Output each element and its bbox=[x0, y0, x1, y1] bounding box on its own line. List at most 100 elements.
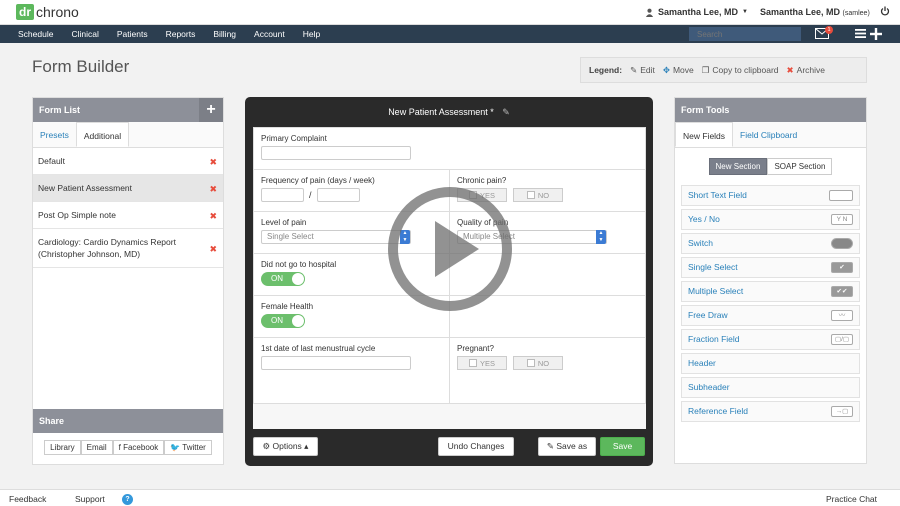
checkbox-icon bbox=[526, 359, 535, 367]
tool-single-select[interactable]: Single Select ✔ bbox=[681, 257, 860, 278]
toggle-knob bbox=[292, 273, 304, 285]
twitter-icon: 🐦 bbox=[170, 443, 183, 452]
form-tools-panel: Form Tools New Fields Field Clipboard Ne… bbox=[674, 97, 867, 464]
primary-complaint-input[interactable] bbox=[261, 146, 411, 160]
delete-icon[interactable]: ✖ bbox=[209, 210, 217, 222]
tool-header[interactable]: Header bbox=[681, 353, 860, 374]
nav-help[interactable]: Help bbox=[303, 29, 320, 39]
tab-new-fields[interactable]: New Fields bbox=[675, 122, 734, 147]
logo-chrono: chrono bbox=[36, 4, 79, 20]
legend: Legend: ✎ Edit ✥ Move ❐ Copy to clipboar… bbox=[580, 57, 867, 83]
pencil-icon: ✎ bbox=[630, 64, 638, 75]
hamburger-menu-icon[interactable] bbox=[855, 29, 866, 38]
tool-label: Subheader bbox=[688, 382, 730, 392]
no-checkbox[interactable]: NO bbox=[513, 188, 563, 202]
no-label: NO bbox=[537, 358, 550, 368]
legend-copy-label: Copy to clipboard bbox=[712, 65, 779, 75]
no-checkbox[interactable]: NO bbox=[513, 356, 563, 370]
soap-section-button[interactable]: SOAP Section bbox=[767, 158, 833, 175]
power-icon[interactable] bbox=[880, 6, 890, 16]
nav-patients[interactable]: Patients bbox=[117, 29, 148, 39]
form-list-item-label: Post Op Simple note bbox=[38, 210, 116, 220]
save-button[interactable]: Save bbox=[600, 437, 645, 456]
user-menu[interactable]: Samantha Lee, MD ▼ bbox=[645, 7, 748, 17]
plus-icon[interactable] bbox=[870, 28, 882, 40]
tool-yes-no[interactable]: Yes / No Y N bbox=[681, 209, 860, 230]
frequency-numerator-input[interactable] bbox=[261, 188, 304, 202]
bottom-bar: Feedback Support ? Practice Chat bbox=[0, 489, 900, 506]
share-twitter-button[interactable]: 🐦 Twitter bbox=[164, 440, 212, 455]
checkbox-icon bbox=[468, 359, 477, 367]
legend-archive-label: Archive bbox=[796, 65, 826, 75]
form-title[interactable]: New Patient Assessment * bbox=[388, 107, 494, 117]
tool-multiple-select[interactable]: Multiple Select ✔✔ bbox=[681, 281, 860, 302]
delete-icon[interactable]: ✖ bbox=[209, 243, 217, 255]
hospital-toggle[interactable]: ON bbox=[261, 272, 305, 286]
share-facebook-button[interactable]: f Facebook bbox=[112, 440, 165, 455]
female-health-toggle[interactable]: ON bbox=[261, 314, 305, 328]
tab-field-clipboard[interactable]: Field Clipboard bbox=[733, 122, 804, 147]
tool-free-draw[interactable]: Free Draw 〰 bbox=[681, 305, 860, 326]
undo-changes-button[interactable]: Undo Changes bbox=[438, 437, 514, 456]
tool-label: Header bbox=[688, 358, 716, 368]
practice-chat-link[interactable]: Practice Chat bbox=[826, 494, 877, 504]
tool-label: Fraction Field bbox=[688, 334, 740, 344]
form-list-item[interactable]: Default ✖ bbox=[33, 148, 223, 175]
field-pregnant[interactable]: Pregnant? YES NO bbox=[449, 338, 645, 403]
nav-schedule[interactable]: Schedule bbox=[18, 29, 53, 39]
legend-archive: ✖ Archive bbox=[787, 65, 825, 76]
frequency-denominator-input[interactable] bbox=[316, 188, 360, 202]
main-nav: Schedule Clinical Patients Reports Billi… bbox=[0, 25, 900, 43]
yes-checkbox[interactable]: YES bbox=[457, 356, 507, 370]
form-row: 1st date of last menustrual cycle Pregna… bbox=[254, 338, 645, 403]
tab-presets[interactable]: Presets bbox=[33, 122, 76, 147]
search-input[interactable] bbox=[689, 27, 801, 41]
add-form-button[interactable]: + bbox=[199, 98, 223, 122]
nav-billing[interactable]: Billing bbox=[213, 29, 236, 39]
toggle-knob bbox=[292, 315, 304, 327]
form-list-header: Form List + bbox=[33, 98, 223, 122]
video-play-icon[interactable] bbox=[387, 186, 513, 312]
close-icon: ✖ bbox=[786, 64, 794, 75]
tool-subheader[interactable]: Subheader bbox=[681, 377, 860, 398]
nav-clinical[interactable]: Clinical bbox=[71, 29, 98, 39]
legend-move: ✥ Move bbox=[663, 65, 694, 76]
field-label: Pregnant? bbox=[457, 344, 494, 353]
logo-dr: dr bbox=[16, 4, 34, 20]
field-label: 1st date of last menustrual cycle bbox=[261, 344, 376, 353]
form-list-item[interactable]: New Patient Assessment ✖ bbox=[33, 175, 223, 202]
top-bar: dr chrono Samantha Lee, MD ▼ Samantha Le… bbox=[0, 0, 900, 25]
field-last-cycle[interactable]: 1st date of last menustrual cycle bbox=[254, 338, 449, 403]
delete-icon[interactable]: ✖ bbox=[209, 183, 217, 195]
share-library-button[interactable]: Library bbox=[44, 440, 81, 455]
field-label: Chronic pain? bbox=[457, 176, 507, 185]
share-email-button[interactable]: Email bbox=[80, 440, 113, 455]
legend-copy: ❐ Copy to clipboard bbox=[702, 65, 779, 76]
form-list-panel: Form List + Presets Additional Default ✖… bbox=[32, 97, 224, 465]
form-list-item[interactable]: Post Op Simple note ✖ bbox=[33, 202, 223, 229]
pencil-icon[interactable]: ✎ bbox=[502, 97, 510, 127]
new-section-button[interactable]: New Section bbox=[708, 158, 768, 175]
nav-reports[interactable]: Reports bbox=[166, 29, 196, 39]
gear-icon: ⚙ bbox=[262, 441, 273, 451]
tool-short-text-field[interactable]: Short Text Field bbox=[681, 185, 860, 206]
form-list-item[interactable]: Cardiology: Cardio Dynamics Report (Chri… bbox=[33, 229, 223, 268]
move-icon: ✥ bbox=[662, 64, 670, 75]
tool-label: Multiple Select bbox=[688, 286, 744, 296]
nav-account[interactable]: Account bbox=[254, 29, 285, 39]
tool-label: Reference Field bbox=[688, 406, 749, 416]
save-as-button[interactable]: ✎ Save as bbox=[538, 437, 596, 456]
tool-fraction-field[interactable]: Fraction Field ▢/▢ bbox=[681, 329, 860, 350]
delete-icon[interactable]: ✖ bbox=[209, 156, 217, 168]
feedback-link[interactable]: Feedback bbox=[9, 494, 46, 504]
support-link[interactable]: Support bbox=[75, 494, 105, 504]
fraction-icon: ▢/▢ bbox=[831, 334, 853, 345]
field-primary-complaint[interactable]: Primary Complaint bbox=[254, 128, 645, 169]
help-icon[interactable]: ? bbox=[122, 494, 133, 505]
tab-additional[interactable]: Additional bbox=[75, 122, 130, 147]
last-cycle-input[interactable] bbox=[261, 356, 411, 370]
tool-switch[interactable]: Switch bbox=[681, 233, 860, 254]
drchrono-logo[interactable]: dr chrono bbox=[16, 4, 79, 20]
options-button[interactable]: ⚙ Options ▴ bbox=[253, 437, 318, 456]
tool-reference-field[interactable]: Reference Field →▢ bbox=[681, 401, 860, 422]
